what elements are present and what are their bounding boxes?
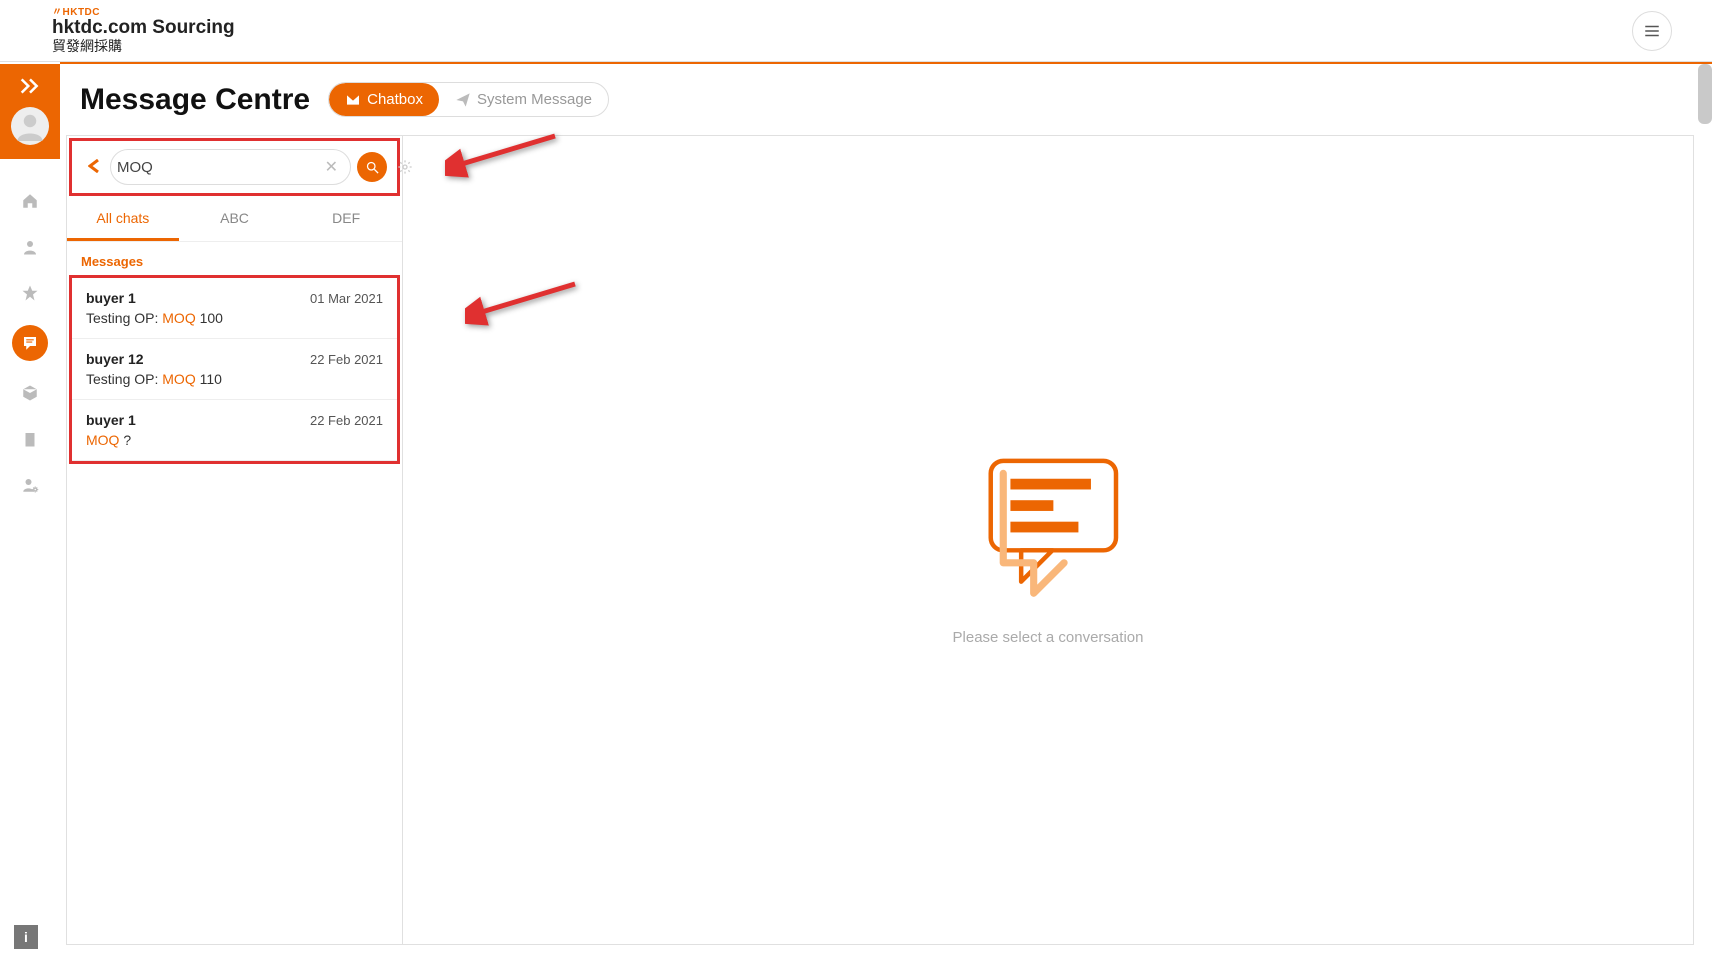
list-item[interactable]: buyer 12 22 Feb 2021 Testing OP: MOQ 110 (72, 339, 397, 400)
page-title: Message Centre (80, 83, 310, 117)
search-field-wrap: ✕ (110, 149, 351, 185)
sidenav-top (0, 64, 60, 159)
scrollbar[interactable] (1698, 64, 1712, 124)
content-row: ✕ All chats ABC DEF Messages (66, 135, 1694, 945)
snippet-pre: Testing OP: (86, 310, 162, 326)
search-button[interactable] (357, 152, 387, 182)
clear-search-icon[interactable]: ✕ (323, 157, 340, 177)
send-icon (455, 92, 471, 108)
left-panel: ✕ All chats ABC DEF Messages (67, 136, 403, 944)
nav-messages-icon[interactable] (12, 325, 48, 361)
search-icon (365, 160, 380, 175)
search-back-chevron-icon[interactable] (82, 157, 104, 178)
mini-tab-all-chats[interactable]: All chats (67, 198, 179, 241)
main-area: Message Centre Chatbox System Message (60, 64, 1712, 963)
snippet-pre: Testing OP: (86, 371, 162, 387)
annotation-arrow (465, 274, 585, 339)
message-date: 01 Mar 2021 (310, 291, 383, 306)
info-button[interactable]: i (14, 925, 38, 949)
messages-list: buyer 1 01 Mar 2021 Testing OP: MOQ 100 … (69, 275, 400, 464)
message-date: 22 Feb 2021 (310, 352, 383, 367)
nav-items (12, 187, 48, 499)
message-snippet: MOQ ? (86, 432, 383, 448)
expand-chevrons-icon[interactable] (20, 78, 40, 99)
hamburger-icon (1643, 22, 1661, 40)
message-date: 22 Feb 2021 (310, 413, 383, 428)
empty-text: Please select a conversation (953, 629, 1144, 646)
message-sender: buyer 12 (86, 351, 144, 367)
tab-system-label: System Message (477, 91, 592, 108)
mini-tab-abc[interactable]: ABC (179, 198, 291, 241)
snippet-highlight: MOQ (86, 432, 119, 448)
empty-illustration (958, 434, 1138, 609)
search-settings-icon[interactable] (397, 159, 413, 180)
snippet-highlight: MOQ (162, 310, 195, 326)
page-header-row: Message Centre Chatbox System Message (60, 64, 1712, 135)
message-snippet: Testing OP: MOQ 110 (86, 371, 383, 387)
nav-settings-icon[interactable] (16, 471, 44, 499)
mail-icon (345, 92, 361, 108)
brand-block: 〃HKTDC hktdc.com Sourcing 貿發網採購 (52, 7, 235, 54)
snippet-post: 100 (196, 310, 223, 326)
search-input[interactable] (113, 159, 323, 176)
header: 〃HKTDC hktdc.com Sourcing 貿發網採購 (0, 0, 1712, 62)
list-item[interactable]: buyer 1 01 Mar 2021 Testing OP: MOQ 100 (72, 278, 397, 339)
nav-company-icon[interactable] (16, 425, 44, 453)
annotation-arrow (445, 126, 565, 191)
message-snippet: Testing OP: MOQ 100 (86, 310, 383, 326)
snippet-post: ? (119, 432, 131, 448)
nav-products-icon[interactable] (16, 379, 44, 407)
snippet-highlight: MOQ (162, 371, 195, 387)
nav-profile-icon[interactable] (16, 233, 44, 261)
hamburger-button[interactable] (1632, 11, 1672, 51)
page-tabs: Chatbox System Message (328, 82, 609, 117)
list-item[interactable]: buyer 1 22 Feb 2021 MOQ ? (72, 400, 397, 461)
avatar[interactable] (11, 107, 49, 145)
tab-chatbox[interactable]: Chatbox (329, 83, 439, 116)
brand-subtitle: 貿發網採購 (52, 39, 235, 54)
right-panel: Please select a conversation (403, 136, 1693, 944)
snippet-post: 110 (196, 371, 222, 387)
sidenav: i (0, 64, 60, 963)
message-sender: buyer 1 (86, 290, 136, 306)
nav-home-icon[interactable] (16, 187, 44, 215)
message-sender: buyer 1 (86, 412, 136, 428)
tab-system-message[interactable]: System Message (439, 83, 608, 116)
mini-tabs: All chats ABC DEF (67, 198, 402, 242)
mini-tab-def[interactable]: DEF (290, 198, 402, 241)
tab-chatbox-label: Chatbox (367, 91, 423, 108)
nav-star-icon[interactable] (16, 279, 44, 307)
messages-section-label: Messages (67, 242, 402, 275)
search-area: ✕ (69, 138, 400, 196)
brand-title: hktdc.com Sourcing (52, 18, 235, 39)
